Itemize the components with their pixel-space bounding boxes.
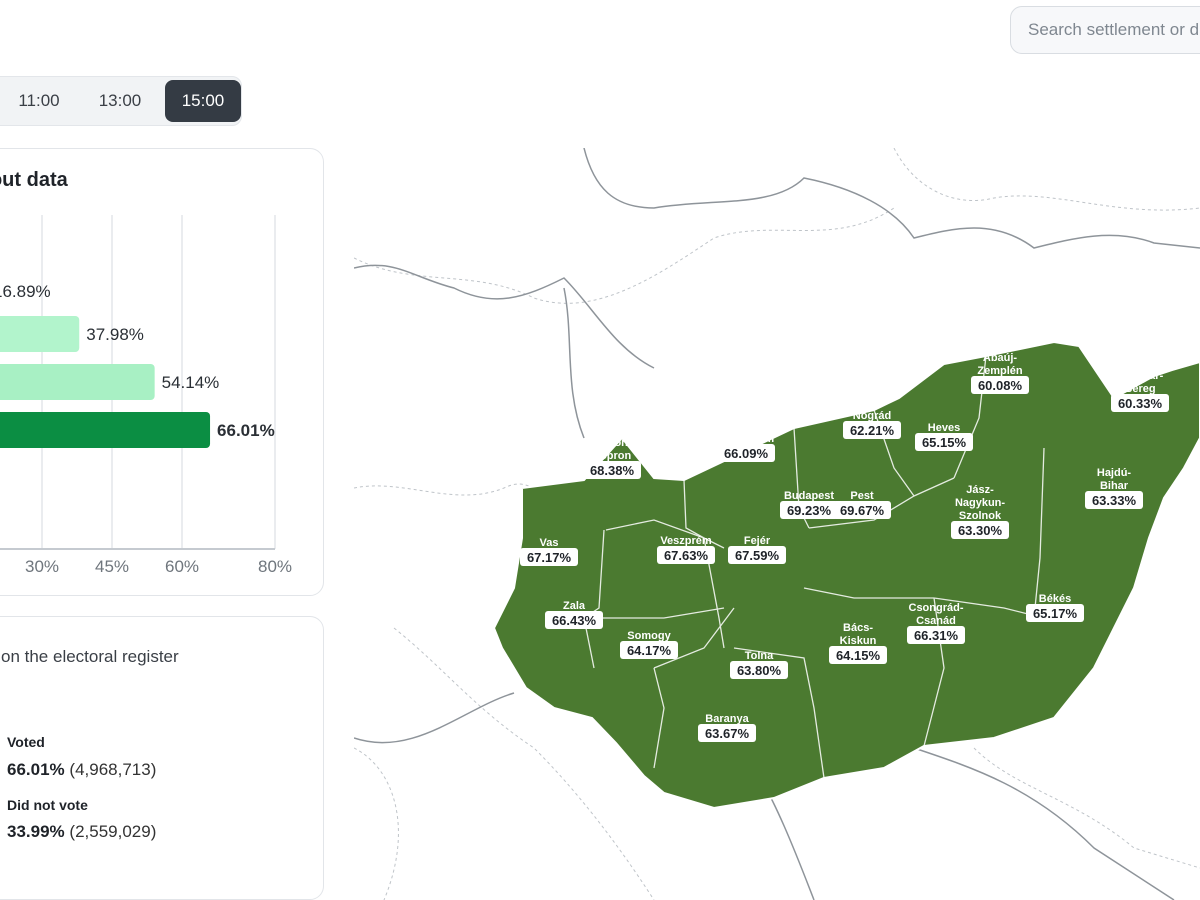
voted-label: Voted [7,734,45,750]
county-value: 68.38% [590,463,635,478]
county-value: 64.17% [627,643,672,658]
turnout-bar-chart: 30% 45% 60% 80% 16.89% 37.98% 54.14% 66.01% [0,215,292,576]
county-name: Bihar [1100,480,1129,492]
county-name: Somogy [627,630,671,642]
county-label[interactable]: Somogy64.17% [620,630,678,659]
county-name: Fejér [744,535,771,547]
voted-percent: 66.01% [7,760,65,779]
time-selector: 11:00 13:00 15:00 [0,76,242,126]
register-text: on the electoral register [1,647,179,666]
time-tab-1100[interactable]: 11:00 [1,80,77,122]
notvoted-value: 33.99% (2,559,029) [7,822,156,842]
x-tick-label: 45% [95,557,129,576]
county-name: Kiskun [840,635,877,647]
county-value: 67.17% [527,550,572,565]
county-name: Hajdú- [1097,467,1132,479]
x-tick-label: 60% [165,557,199,576]
bar-value-label: 66.01% [217,421,275,440]
bar-value-label: 16.89% [0,282,51,301]
county-turnout-map: Győr-Moson-Sopron68.38% Komárom-Esztergom… [354,148,1200,900]
county-name: Bereg [1124,383,1155,395]
county-value: 65.15% [922,435,967,450]
search-input[interactable] [1026,19,1200,41]
county-value: 60.08% [978,378,1023,393]
county-name: Baranya [705,713,749,725]
time-tab-1300[interactable]: 13:00 [82,80,158,122]
county-value: 63.30% [958,523,1003,538]
county-name: Pest [850,490,874,502]
county-value: 66.43% [552,613,597,628]
county-name: Heves [928,422,960,434]
county-name: Győr- [597,424,627,436]
county-value: 62.21% [850,423,895,438]
county-name: Veszprém [660,535,712,547]
county-name: Abaúj- [983,352,1018,364]
voted-value: 66.01% (4,968,713) [7,760,156,780]
notvoted-count: (2,559,029) [69,822,157,841]
hungary-shape [492,340,1200,810]
county-label[interactable]: Budapest69.23% [780,490,838,519]
county-value: 63.33% [1092,493,1137,508]
county-value: 63.80% [737,663,782,678]
county-label[interactable]: Komárom-Esztergom66.09% [717,420,775,462]
county-value: 66.09% [724,446,769,461]
county-name: Borsod- [979,339,1022,351]
county-label[interactable]: Borsod-Abaúj-Zemplén60.08% [971,339,1029,394]
county-value: 66.31% [914,628,959,643]
x-tick-label: 30% [25,557,59,576]
county-value: 67.63% [664,548,709,563]
county-name: Vas [540,537,559,549]
county-value: 67.59% [735,548,780,563]
county-value: 69.67% [840,503,885,518]
county-name: Szatmár- [1117,370,1164,382]
notvoted-percent: 33.99% [7,822,65,841]
x-tick-label: 80% [258,557,292,576]
county-name: Moson- [592,437,631,449]
county-label[interactable]: Baranya63.67% [698,713,756,742]
search-box[interactable] [1010,6,1200,54]
county-name: Jász- [966,484,994,496]
voted-count: (4,968,713) [69,760,157,779]
county-name: Csanád [916,615,956,627]
county-name: Esztergom [718,433,774,445]
county-value: 60.33% [1118,396,1163,411]
county-name: Zala [563,600,586,612]
county-name: Sopron [593,450,632,462]
register-card: on the electoral register Voted 66.01% (… [0,616,324,900]
county-value: 64.15% [836,648,881,663]
turnout-bar[interactable] [0,316,80,352]
county-name: Komárom- [718,420,773,432]
county-name: Zemplén [977,365,1023,377]
county-name: Szolnok [959,510,1002,522]
turnout-chart-card: Turnout data 30%45%60%80%16.89%37.98%54.… [0,148,324,596]
county-value: 69.23% [787,503,832,518]
bar-value-label: 37.98% [86,325,144,344]
notvoted-label: Did not vote [7,797,88,813]
county-value: 65.17% [1033,606,1078,621]
turnout-bar[interactable] [0,364,155,400]
time-tab-1500[interactable]: 15:00 [165,80,241,122]
county-name: Bács- [843,622,873,634]
county-name: Budapest [784,490,834,502]
county-name: Szabolcs- [1114,357,1166,369]
county-value: 63.67% [705,726,750,741]
county-name: Békés [1039,593,1071,605]
county-name: Csongrád- [909,602,964,614]
county-label[interactable]: Veszprém67.63% [657,535,715,564]
turnout-bar[interactable] [0,412,211,448]
bar-value-label: 54.14% [162,373,220,392]
county-name: Tolna [745,650,774,662]
county-name: Nagykun- [955,497,1005,509]
county-name: Nógrád [853,410,892,422]
